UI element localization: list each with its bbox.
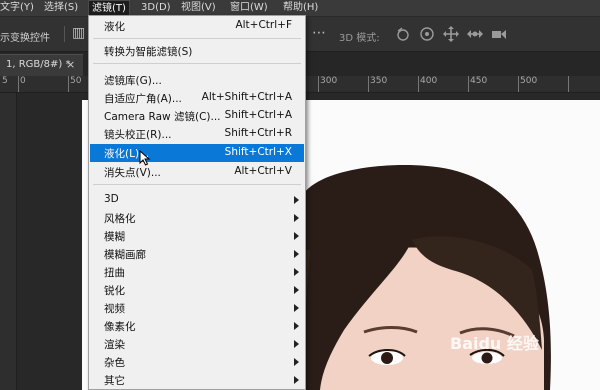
ruler-tick (568, 76, 569, 92)
mode-3d-label: 3D 模式: (339, 33, 380, 44)
menu-item-label: 镜头校正(R)... (104, 129, 172, 141)
menu-item-other[interactable]: 其它 (90, 371, 304, 389)
menu-item-sharpen[interactable]: 锐化 (90, 281, 304, 299)
menu-item-label: 扭曲 (104, 267, 125, 279)
menu-filter[interactable]: 滤镜(T) (88, 0, 130, 16)
align-icon[interactable]: ▥ (72, 25, 85, 41)
menu-3d[interactable]: 3D(D) (141, 0, 171, 16)
ruler-label: 350 (370, 76, 388, 86)
menu-item-label: 模糊 (104, 231, 125, 243)
menu-item-camera-raw-filter[interactable]: Camera Raw 滤镜(C)... Shift+Ctrl+A (90, 107, 304, 125)
menu-item-filter-gallery[interactable]: 滤镜库(G)... (90, 71, 304, 89)
ruler-label: 0 (20, 76, 26, 86)
document-tab[interactable]: 1, RGB/8#) * × (0, 54, 83, 76)
ruler-tick (68, 76, 69, 92)
divider (64, 26, 65, 42)
ruler-label: 500 (520, 76, 538, 86)
menu-item-label: 其它 (104, 375, 125, 387)
close-icon[interactable]: × (66, 58, 75, 71)
menu-item-render[interactable]: 渲染 (90, 335, 304, 353)
scale-3d-icon[interactable] (490, 25, 508, 43)
submenu-arrow-icon (294, 340, 299, 348)
rotate-3d-icon[interactable] (394, 25, 412, 43)
menu-item-video[interactable]: 视频 (90, 299, 304, 317)
menu-item-label: 消失点(V)... (104, 167, 161, 179)
menu-item-label: 液化 (104, 21, 125, 33)
ruler-label: 300 (320, 76, 338, 86)
menu-help[interactable]: 帮助(H) (283, 0, 318, 16)
ruler-tick (368, 76, 369, 92)
submenu-arrow-icon (294, 232, 299, 240)
ruler-tick (518, 76, 519, 92)
submenu-arrow-icon (294, 322, 299, 330)
baidu-watermark-logo: Baidu 经验 (450, 334, 539, 353)
menu-item-label: 模糊画廊 (104, 249, 146, 261)
ruler-tick (18, 76, 19, 92)
menu-item-convert-smart-filters[interactable]: 转换为智能滤镜(S) (90, 42, 304, 60)
menu-item-label: 风格化 (104, 213, 136, 225)
menu-item-shortcut: Alt+Ctrl+F (235, 19, 292, 31)
menu-item-liquify[interactable]: 液化(L)... Shift+Ctrl+X (90, 144, 304, 162)
menu-item-shortcut: Shift+Ctrl+R (224, 127, 292, 139)
menu-item-noise[interactable]: 杂色 (90, 353, 304, 371)
ruler-tick (468, 76, 469, 92)
filter-menu: 液化 Alt+Ctrl+F 转换为智能滤镜(S) 滤镜库(G)... 自适应广角… (88, 15, 306, 390)
menu-item-label: 渲染 (104, 339, 125, 351)
submenu-arrow-icon (294, 268, 299, 276)
submenu-arrow-icon (294, 196, 299, 204)
submenu-arrow-icon (294, 358, 299, 366)
ruler-label: 50 (70, 76, 82, 86)
menu-item-pixelate[interactable]: 像素化 (90, 317, 304, 335)
menu-item-shortcut: Alt+Shift+Ctrl+A (201, 91, 292, 103)
ruler-label: 400 (420, 76, 438, 86)
menu-item-lens-correction[interactable]: 镜头校正(R)... Shift+Ctrl+R (90, 125, 304, 143)
menu-item-label: 3D (104, 193, 119, 205)
submenu-arrow-icon (294, 250, 299, 258)
slide-3d-icon[interactable] (466, 25, 484, 43)
menu-separator (93, 38, 301, 39)
menu-item-vanishing-point[interactable]: 消失点(V)... Alt+Ctrl+V (90, 163, 304, 181)
menu-type[interactable]: 文字(Y) (0, 0, 34, 16)
menu-item-3d[interactable]: 3D (90, 191, 304, 209)
menu-item-label: 自适应广角(A)... (104, 93, 182, 105)
pan-3d-icon[interactable] (442, 25, 460, 43)
more-options-icon[interactable]: ⋯ (312, 25, 326, 41)
menu-item-label: Camera Raw 滤镜(C)... (104, 111, 221, 123)
ruler-label: 5 (2, 76, 8, 86)
ruler-tick (318, 76, 319, 92)
menu-item-stylize[interactable]: 风格化 (90, 209, 304, 227)
menu-item-last-filter[interactable]: 液化 Alt+Ctrl+F (90, 17, 304, 35)
roll-3d-icon[interactable] (418, 25, 436, 43)
menu-item-label: 视频 (104, 303, 125, 315)
document-tab-title: 1, RGB/8#) * (6, 59, 71, 70)
submenu-arrow-icon (294, 286, 299, 294)
menu-view[interactable]: 视图(V) (181, 0, 216, 16)
menu-item-blur-gallery[interactable]: 模糊画廊 (90, 245, 304, 263)
submenu-arrow-icon (294, 214, 299, 222)
menu-item-label: 转换为智能滤镜(S) (104, 46, 193, 58)
menu-item-label: 像素化 (104, 321, 136, 333)
vertical-ruler (0, 93, 17, 390)
menu-select[interactable]: 选择(S) (44, 0, 78, 16)
ruler-label: 450 (470, 76, 488, 86)
menu-item-label: 滤镜库(G)... (104, 75, 162, 87)
menu-item-shortcut: Shift+Ctrl+A (224, 109, 292, 121)
submenu-arrow-icon (294, 376, 299, 384)
menu-separator (93, 63, 301, 64)
menu-window[interactable]: 窗口(W) (230, 0, 268, 16)
menu-item-adaptive-wide-angle[interactable]: 自适应广角(A)... Alt+Shift+Ctrl+A (90, 89, 304, 107)
menu-item-distort[interactable]: 扭曲 (90, 263, 304, 281)
menu-item-shortcut: Alt+Ctrl+V (234, 165, 292, 177)
menu-item-shortcut: Shift+Ctrl+X (224, 146, 292, 158)
menu-item-label: 杂色 (104, 357, 125, 369)
menu-item-label: 锐化 (104, 285, 125, 297)
menu-item-blur[interactable]: 模糊 (90, 227, 304, 245)
mouse-cursor-icon (139, 150, 151, 166)
ruler-tick (418, 76, 419, 92)
submenu-arrow-icon (294, 304, 299, 312)
show-transform-controls-checkbox[interactable]: 示变换控件 (0, 29, 50, 44)
menu-separator (93, 184, 301, 185)
